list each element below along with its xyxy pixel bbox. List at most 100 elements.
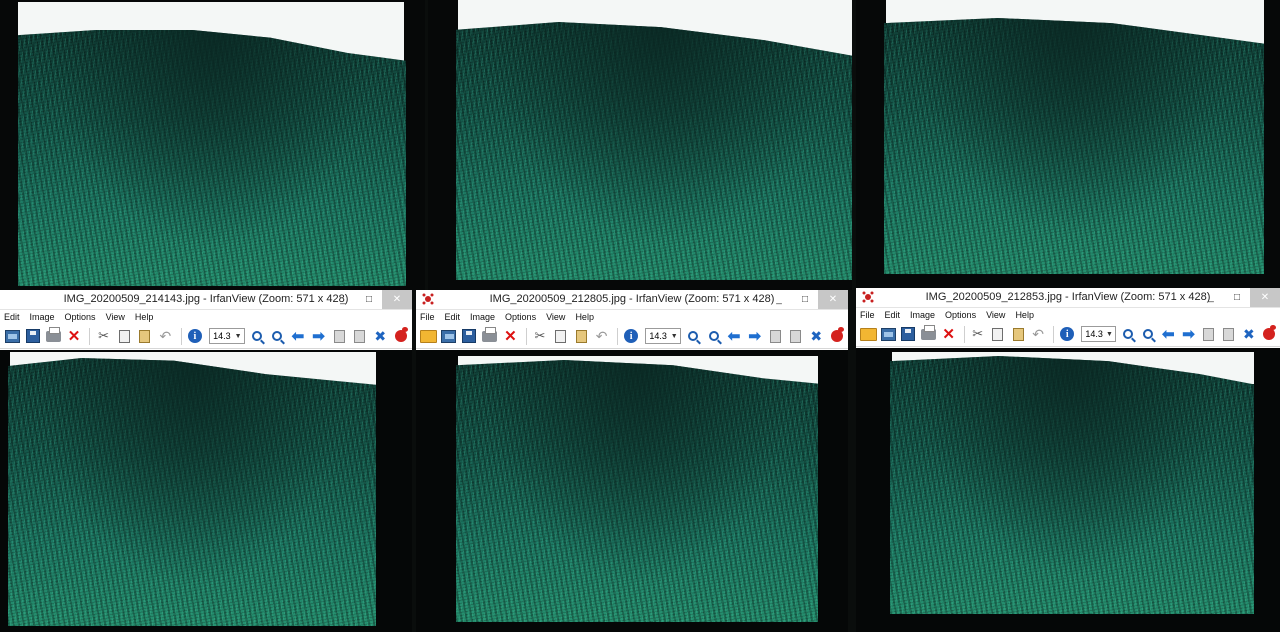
undo-button[interactable]: ↶ [592, 327, 611, 346]
undo-icon: ↶ [595, 327, 608, 344]
minimize-button[interactable]: _ [766, 290, 792, 309]
previous-button[interactable]: ⬅ [289, 327, 308, 346]
grass-field [8, 358, 376, 626]
page-last-button[interactable] [350, 327, 369, 346]
next-button[interactable]: ➡ [1179, 325, 1197, 344]
save-button[interactable] [899, 325, 917, 344]
print-button[interactable] [919, 324, 937, 344]
paste-button[interactable] [1009, 325, 1027, 344]
info-button[interactable]: i [1058, 325, 1076, 344]
menu-options[interactable]: Options [505, 312, 536, 322]
cut-button[interactable]: ✂ [94, 327, 113, 346]
print-button[interactable] [481, 326, 500, 346]
save-button[interactable] [460, 327, 479, 346]
zoom-out-icon [708, 331, 719, 341]
thumbnails-button[interactable] [3, 327, 22, 346]
maximize-button[interactable]: □ [1224, 288, 1250, 307]
irfanview-window-1[interactable]: IMG_20200509_214143.jpg - IrfanView (Zoo… [0, 290, 412, 632]
exit-button[interactable] [1260, 325, 1278, 344]
undo-icon: ↶ [1032, 325, 1045, 342]
menu-view[interactable]: View [106, 312, 125, 322]
previous-button[interactable]: ⬅ [725, 327, 744, 346]
toolbar-separator [180, 327, 182, 345]
title-bar[interactable]: IMG_20200509_212853.jpg - IrfanView (Zoo… [856, 288, 1280, 308]
zoom-in-button[interactable] [684, 327, 703, 346]
cut-button[interactable]: ✂ [531, 327, 550, 346]
menu-image[interactable]: Image [470, 312, 495, 322]
menu-options[interactable]: Options [945, 310, 976, 320]
menu-options[interactable]: Options [65, 312, 96, 322]
delete-button[interactable]: ✕ [65, 327, 84, 346]
settings-button[interactable]: ✖ [1240, 325, 1258, 344]
image-canvas[interactable] [0, 350, 412, 632]
copy-button[interactable] [551, 327, 570, 346]
image-canvas[interactable] [416, 350, 848, 632]
menu-file[interactable]: File [860, 310, 875, 320]
page-first-button[interactable] [766, 327, 785, 346]
title-bar[interactable]: IMG_20200509_212805.jpg - IrfanView (Zoo… [416, 290, 848, 310]
page-last-button[interactable] [786, 327, 805, 346]
close-button[interactable]: ✕ [1250, 288, 1280, 307]
irfanview-window-3[interactable]: IMG_20200509_212853.jpg - IrfanView (Zoo… [856, 288, 1280, 632]
undo-button[interactable]: ↶ [156, 327, 175, 346]
undo-button[interactable]: ↶ [1029, 325, 1047, 344]
zoom-out-button[interactable] [1139, 325, 1157, 344]
irfanview-window-2[interactable]: IMG_20200509_212805.jpg - IrfanView (Zoo… [416, 290, 848, 632]
minimize-button[interactable]: _ [1198, 288, 1224, 307]
delete-button[interactable]: ✕ [501, 327, 520, 346]
menu-image[interactable]: Image [910, 310, 935, 320]
paste-icon [1012, 327, 1024, 341]
menu-edit[interactable]: Edit [885, 310, 901, 320]
zoom-in-button[interactable] [248, 327, 267, 346]
save-button[interactable] [24, 327, 43, 346]
next-button[interactable]: ➡ [309, 327, 328, 346]
menu-edit[interactable]: Edit [4, 312, 20, 322]
minimize-button[interactable]: _ [330, 290, 356, 309]
thumbnails-button[interactable] [879, 325, 897, 344]
zoom-in-button[interactable] [1119, 325, 1137, 344]
settings-button[interactable]: ✖ [371, 327, 390, 346]
settings-button[interactable]: ✖ [807, 327, 826, 346]
maximize-button[interactable]: □ [356, 290, 382, 309]
paste-button[interactable] [572, 327, 591, 346]
menu-help[interactable]: Help [575, 312, 594, 322]
zoom-select[interactable]: 14.3 ▼ [1081, 326, 1116, 342]
thumbnails-button[interactable] [440, 327, 459, 346]
page-first-button[interactable] [330, 327, 349, 346]
page-last-button[interactable] [1220, 325, 1238, 344]
info-button[interactable]: i [186, 327, 205, 346]
menu-image[interactable]: Image [30, 312, 55, 322]
zoom-select[interactable]: 14.3 ▼ [645, 328, 681, 344]
cut-button[interactable]: ✂ [969, 325, 987, 344]
previous-button[interactable]: ⬅ [1159, 325, 1177, 344]
save-icon [901, 327, 916, 341]
page-last-icon [1223, 327, 1235, 341]
menu-help[interactable]: Help [135, 312, 154, 322]
open-button[interactable] [859, 325, 877, 344]
zoom-select[interactable]: 14.3 ▼ [209, 328, 245, 344]
menu-view[interactable]: View [546, 312, 565, 322]
zoom-out-button[interactable] [704, 327, 723, 346]
delete-button[interactable]: ✕ [940, 325, 958, 344]
close-button[interactable]: ✕ [818, 290, 848, 309]
title-bar[interactable]: IMG_20200509_214143.jpg - IrfanView (Zoo… [0, 290, 412, 310]
open-button[interactable] [419, 327, 438, 346]
copy-icon [118, 329, 130, 343]
page-first-button[interactable] [1200, 325, 1218, 344]
menu-view[interactable]: View [986, 310, 1005, 320]
paste-button[interactable] [135, 327, 154, 346]
copy-button[interactable] [989, 325, 1007, 344]
print-button[interactable] [44, 326, 63, 346]
menu-file[interactable]: File [420, 312, 435, 322]
copy-button[interactable] [115, 327, 134, 346]
maximize-button[interactable]: □ [792, 290, 818, 309]
zoom-out-button[interactable] [268, 327, 287, 346]
exit-button[interactable] [828, 327, 847, 346]
next-button[interactable]: ➡ [745, 327, 764, 346]
menu-help[interactable]: Help [1015, 310, 1034, 320]
exit-button[interactable] [392, 327, 411, 346]
close-button[interactable]: ✕ [382, 290, 412, 309]
menu-edit[interactable]: Edit [445, 312, 461, 322]
image-canvas[interactable] [856, 348, 1280, 632]
info-button[interactable]: i [622, 327, 641, 346]
